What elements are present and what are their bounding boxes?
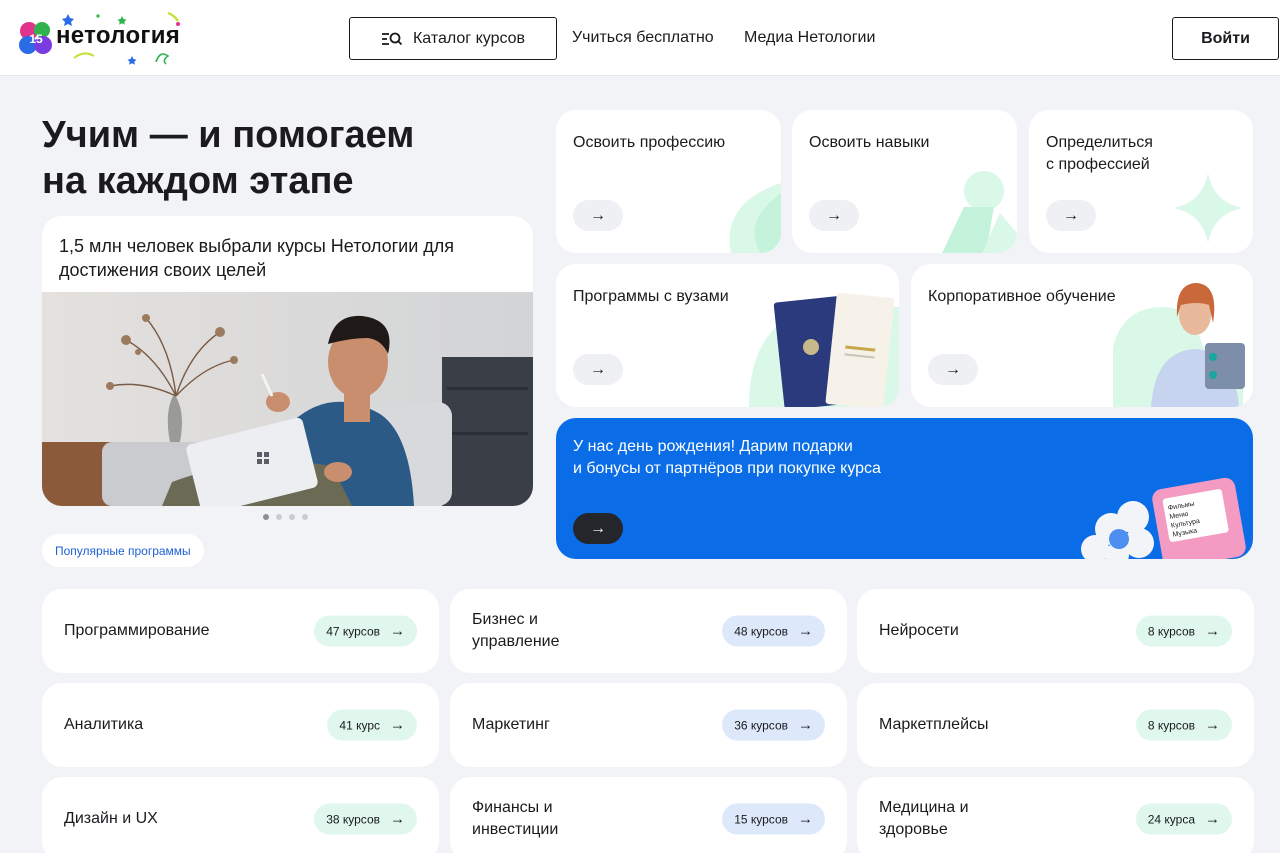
popular-programs-button[interactable]: Популярные программы xyxy=(42,534,204,567)
course-count: 38 курсов xyxy=(326,812,380,826)
card-title: Программы с вузами xyxy=(573,288,729,305)
student-with-tablet-photo xyxy=(42,292,533,506)
category-name: Дизайн и UX xyxy=(64,810,158,827)
category-count-button[interactable]: 47 курсов → xyxy=(314,615,417,647)
birthday-promo-banner[interactable]: У нас день рождения! Дарим подарки и бон… xyxy=(556,418,1253,559)
course-count: 15 курсов xyxy=(734,812,788,826)
category-card[interactable]: Программирование 47 курсов → xyxy=(42,589,439,673)
confetti-decoration xyxy=(62,11,180,65)
hero-title-line-1: Учим — и помогаем xyxy=(42,114,415,156)
category-name: Маркетинг xyxy=(472,716,550,733)
login-button[interactable]: Войти xyxy=(1172,17,1279,60)
arrow-right-icon: → xyxy=(390,810,405,828)
category-card[interactable]: Аналитика 41 курс → xyxy=(42,683,439,767)
card-title-line-1: Определиться xyxy=(1046,134,1153,151)
arrow-right-icon: → xyxy=(390,716,405,734)
course-count: 48 курсов xyxy=(734,624,788,638)
course-count: 47 курсов xyxy=(326,624,380,638)
slider-pagination xyxy=(263,514,308,520)
category-count-button[interactable]: 48 курсов → xyxy=(722,615,825,647)
course-count: 24 курса xyxy=(1147,812,1195,826)
card-master-profession[interactable]: Освоить профессию → xyxy=(556,110,781,253)
card-master-skills[interactable]: Освоить навыки → xyxy=(792,110,1017,253)
card-title: Определиться с профессией xyxy=(1046,132,1153,176)
category-name: Маркетплейсы xyxy=(879,716,989,733)
promo-line-2: и бонусы от партнёров при покупке курса xyxy=(573,460,881,477)
category-name: Аналитика xyxy=(64,716,144,733)
category-count-button[interactable]: 38 курсов → xyxy=(314,803,417,835)
nav-learn-free[interactable]: Учиться бесплатно xyxy=(572,29,714,47)
arrow-right-icon: → xyxy=(1205,716,1220,734)
slider-dot-3[interactable] xyxy=(289,514,295,520)
card-corporate-training[interactable]: Корпоративное обучение → xyxy=(911,264,1253,407)
site-header: 15 нетология Каталог курсов Учиться бесп… xyxy=(0,0,1280,76)
category-count-button[interactable]: 15 курсов → xyxy=(722,803,825,835)
card-university-programs[interactable]: Программы с вузами → xyxy=(556,264,899,407)
category-name: Программирование xyxy=(64,622,210,639)
course-count: 8 курсов xyxy=(1147,624,1195,638)
category-name: Нейросети xyxy=(879,622,959,639)
arrow-right-icon: → xyxy=(798,622,813,640)
catalog-label: Каталог курсов xyxy=(412,29,526,47)
catalog-button[interactable]: Каталог курсов xyxy=(349,17,557,60)
arrow-button[interactable]: → xyxy=(573,200,623,231)
category-name: Бизнес и управление xyxy=(472,611,560,650)
star-sparkle-icon xyxy=(1173,173,1243,243)
catalog-search-icon xyxy=(381,32,403,45)
hero-slider-card[interactable]: 1,5 млн человек выбрали курсы Нетологии … xyxy=(42,216,533,506)
category-card[interactable]: Дизайн и UX 38 курсов → xyxy=(42,777,439,853)
category-card[interactable]: Маркетплейсы 8 курсов → xyxy=(857,683,1254,767)
category-count-button[interactable]: 24 курса → xyxy=(1135,803,1232,835)
arrow-button[interactable]: → xyxy=(573,513,623,544)
card-title: Освоить профессию xyxy=(573,134,726,151)
arrow-right-icon: → xyxy=(1205,622,1220,640)
mint-shape-decoration xyxy=(729,183,781,253)
card-title-line-2: с профессией xyxy=(1046,156,1150,173)
arrow-right-icon: → xyxy=(798,716,813,734)
category-count-button[interactable]: 36 курсов → xyxy=(722,709,825,741)
category-card[interactable]: Маркетинг 36 курсов → xyxy=(450,683,847,767)
woman-with-laptop-image xyxy=(1113,283,1245,407)
arrow-right-icon: → xyxy=(798,810,813,828)
course-count: 8 курсов xyxy=(1147,718,1195,732)
arrow-button[interactable]: → xyxy=(1046,200,1096,231)
hero-title-line-2: на каждом этапе xyxy=(42,160,354,202)
card-title: Освоить навыки xyxy=(809,134,930,151)
promo-text: У нас день рождения! Дарим подарки и бон… xyxy=(573,436,993,480)
category-card[interactable]: Финансы и инвестиции 15 курсов → xyxy=(450,777,847,853)
category-name: Финансы и инвестиции xyxy=(472,799,559,838)
diploma-documents-image xyxy=(749,292,899,407)
arrow-button[interactable]: → xyxy=(573,354,623,385)
anniversary-balloons-icon: 15 xyxy=(19,22,52,54)
category-card[interactable]: Бизнес и управление 48 курсов → xyxy=(450,589,847,673)
course-count: 36 курсов xyxy=(734,718,788,732)
gift-device-image: Фильмы Меню Культура Музыка xyxy=(1081,477,1246,559)
arrow-right-icon: → xyxy=(1205,810,1220,828)
category-count-button[interactable]: 8 курсов → xyxy=(1135,709,1232,741)
slider-dot-4[interactable] xyxy=(302,514,308,520)
category-count-button[interactable]: 8 курсов → xyxy=(1135,615,1232,647)
category-name: Медицина и здоровье xyxy=(879,799,969,838)
slider-dot-2[interactable] xyxy=(276,514,282,520)
course-count: 41 курс xyxy=(339,718,380,732)
card-title: Корпоративное обучение xyxy=(928,288,1116,305)
card-define-profession[interactable]: Определиться с профессией → xyxy=(1029,110,1253,253)
arrow-right-icon: → xyxy=(390,622,405,640)
nav-netology-media[interactable]: Медиа Нетологии xyxy=(744,29,875,47)
hero-title: Учим — и помогаем на каждом этапе xyxy=(42,112,542,204)
logo[interactable]: 15 нетология xyxy=(16,10,196,66)
mint-shape-decoration xyxy=(942,171,1017,253)
promo-line-1: У нас день рождения! Дарим подарки xyxy=(573,438,853,455)
arrow-button[interactable]: → xyxy=(809,200,859,231)
category-count-button[interactable]: 41 курс → xyxy=(327,709,417,741)
slider-text: 1,5 млн человек выбрали курсы Нетологии … xyxy=(59,236,455,280)
slider-dot-1[interactable] xyxy=(263,514,269,520)
arrow-button[interactable]: → xyxy=(928,354,978,385)
category-card[interactable]: Нейросети 8 курсов → xyxy=(857,589,1254,673)
svg-text:15: 15 xyxy=(29,32,43,46)
category-card[interactable]: Медицина и здоровье 24 курса → xyxy=(857,777,1254,853)
